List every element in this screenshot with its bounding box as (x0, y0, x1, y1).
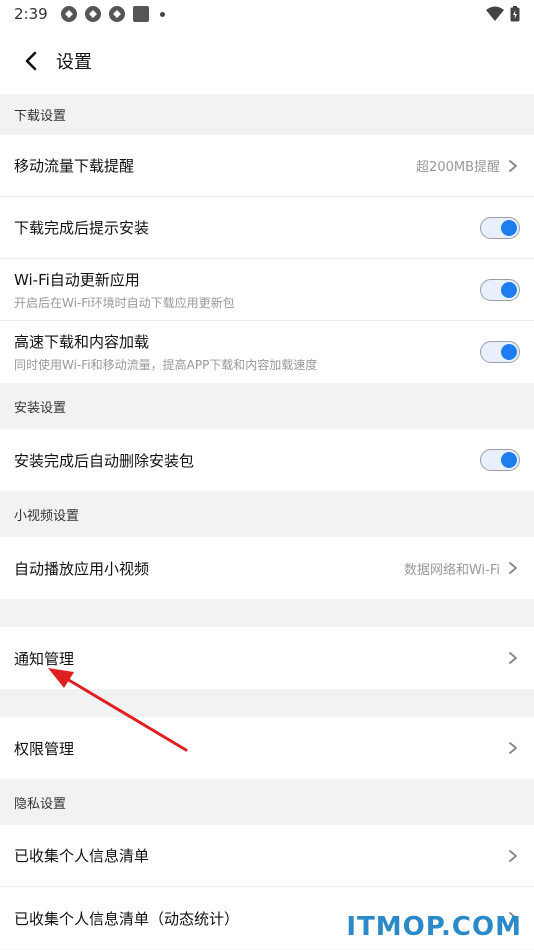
app-notification-icon (84, 6, 101, 22)
chevron-right-icon (509, 849, 517, 862)
chevron-right-icon (509, 562, 517, 574)
wifi-auto-update-subtitle: 开启后在Wi-Fi环境时自动下载应用更新包 (14, 295, 235, 310)
page-title: 设置 (56, 52, 92, 73)
notification-management-row[interactable]: 通知管理 (0, 627, 534, 689)
collected-info-list-row[interactable]: 已收集个人信息清单 (0, 825, 534, 887)
speed-boost-toggle[interactable] (480, 341, 520, 363)
install-prompt-title: 下载完成后提示安装 (14, 219, 150, 237)
section-header-install: 安装设置 (0, 383, 534, 429)
more-notifications-dot (159, 11, 165, 17)
section-header-video: 小视频设置 (0, 491, 534, 537)
wifi-auto-update-row: Wi-Fi自动更新应用 开启后在Wi-Fi环境时自动下载应用更新包 (0, 259, 534, 321)
back-arrow-icon (25, 51, 37, 71)
square-notification-icon (132, 6, 149, 22)
battery-icon (510, 6, 520, 22)
section-spacer (0, 599, 534, 627)
speed-boost-title: 高速下载和内容加载 (14, 333, 150, 351)
wifi-auto-update-toggle[interactable] (480, 278, 520, 301)
toggle-knob (501, 452, 517, 468)
toggle-knob (501, 281, 517, 298)
notification-management-title: 通知管理 (14, 649, 75, 668)
install-prompt-toggle[interactable] (480, 216, 520, 239)
permission-management-title: 权限管理 (14, 739, 75, 758)
watermark: ITMOP.COM (346, 912, 522, 942)
toggle-knob (501, 344, 517, 360)
mobile-data-reminder-row[interactable]: 移动流量下载提醒 超200MB提醒 (0, 135, 534, 197)
section-header-privacy: 隐私设置 (0, 779, 534, 825)
wifi-auto-update-title: Wi-Fi自动更新应用 (14, 270, 140, 289)
app-notification-icon (108, 6, 125, 22)
auto-delete-package-toggle[interactable] (480, 449, 520, 471)
collected-info-list-title: 已收集个人信息清单 (14, 847, 150, 865)
status-time: 2:39 (14, 5, 48, 23)
auto-delete-package-row: 安装完成后自动删除安装包 (0, 429, 534, 491)
speed-boost-subtitle: 同时使用Wi-Fi和移动流量，提高APP下载和内容加载速度 (14, 358, 318, 372)
install-prompt-row: 下载完成后提示安装 (0, 197, 534, 259)
chevron-right-icon (509, 742, 517, 754)
section-spacer (0, 689, 534, 717)
wifi-icon (486, 6, 504, 21)
back-button[interactable] (14, 44, 48, 78)
section-header-download: 下载设置 (0, 94, 534, 135)
toggle-knob (501, 219, 517, 236)
auto-delete-package-title: 安装完成后自动删除安装包 (14, 451, 195, 470)
permission-management-row[interactable]: 权限管理 (0, 717, 534, 779)
app-notification-icon (60, 6, 77, 22)
mobile-data-reminder-value: 超200MB提醒 (416, 160, 500, 175)
autoplay-video-value: 数据网络和Wi-Fi (403, 562, 500, 578)
app-header: 设置 (0, 28, 534, 94)
autoplay-video-title: 自动播放应用小视频 (14, 559, 150, 578)
autoplay-video-row[interactable]: 自动播放应用小视频 数据网络和Wi-Fi (0, 537, 534, 599)
speed-boost-row: 高速下载和内容加载 同时使用Wi-Fi和移动流量，提高APP下载和内容加载速度 (0, 321, 534, 383)
chevron-right-icon (509, 159, 517, 172)
chevron-right-icon (509, 652, 517, 664)
mobile-data-reminder-title: 移动流量下载提醒 (14, 157, 135, 175)
status-bar: 2:39 (0, 0, 534, 28)
